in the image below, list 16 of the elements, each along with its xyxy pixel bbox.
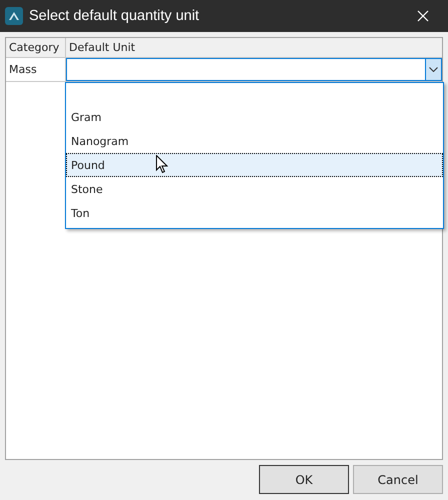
- dropdown-option[interactable]: Stone: [66, 177, 443, 201]
- dropdown-button[interactable]: [425, 59, 441, 80]
- column-header[interactable]: Default Unit: [66, 38, 442, 57]
- dropdown-option[interactable]: Ton: [66, 201, 443, 225]
- dropdown-option[interactable]: Gram: [66, 105, 443, 129]
- window-title: Select default quantity unit: [29, 8, 200, 24]
- mouse-pointer-icon: [156, 155, 168, 174]
- cancel-button[interactable]: Cancel: [353, 465, 443, 494]
- chevron-down-icon: [429, 67, 438, 72]
- dropdown-option[interactable]: Nanogram: [66, 129, 443, 153]
- app-logo-icon: [5, 7, 23, 25]
- dropdown-option[interactable]: Pound: [66, 153, 443, 177]
- ok-button[interactable]: OK: [259, 465, 349, 494]
- column-header[interactable]: Category: [6, 38, 66, 57]
- close-icon[interactable]: [417, 10, 429, 22]
- unit-combo-box[interactable]: [66, 58, 442, 81]
